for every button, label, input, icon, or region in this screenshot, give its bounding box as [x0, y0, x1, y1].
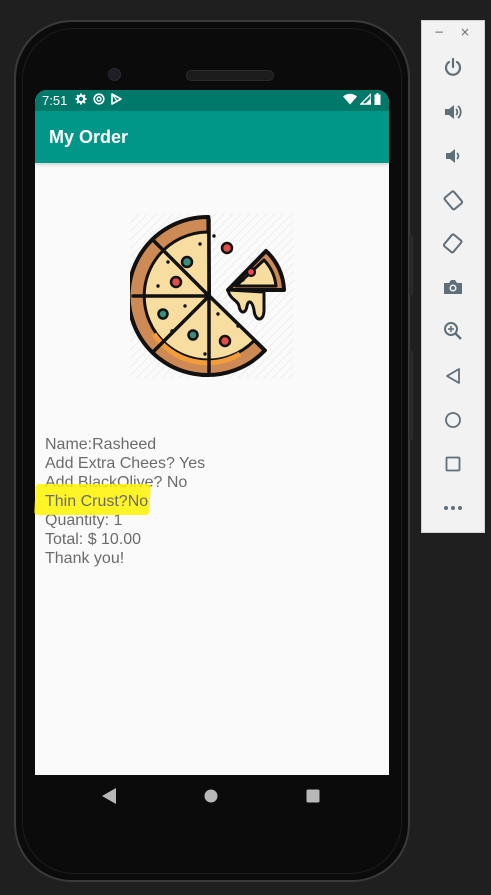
more-icon — [444, 506, 462, 510]
volume-down-icon — [446, 149, 460, 163]
cell-signal-icon — [360, 93, 371, 105]
wifi-icon — [343, 93, 357, 105]
overview-icon — [445, 456, 461, 472]
home-button[interactable] — [438, 405, 468, 435]
pizza-icon — [130, 214, 294, 378]
rotate-left-button[interactable] — [438, 185, 468, 215]
page-title: My Order — [49, 127, 129, 147]
emulator-toolbar: − × — [421, 20, 485, 533]
rotate-right-button[interactable] — [438, 228, 468, 258]
nav-home-icon[interactable] — [203, 788, 219, 804]
back-button[interactable] — [438, 361, 468, 391]
close-button[interactable]: × — [460, 25, 470, 39]
volume-down-button[interactable] — [438, 141, 468, 171]
screenshot-button[interactable] — [438, 272, 468, 302]
status-bar: 7:51 — [35, 90, 389, 111]
nav-back-icon[interactable] — [101, 787, 117, 805]
nav-recents-icon[interactable] — [306, 789, 320, 803]
overview-button[interactable] — [438, 449, 468, 479]
battery-icon — [374, 93, 381, 105]
back-icon — [446, 368, 460, 384]
side-volume-key[interactable] — [409, 350, 413, 440]
status-time: 7:51 — [42, 93, 68, 108]
play-store-icon — [111, 93, 122, 105]
more-button[interactable] — [438, 493, 468, 523]
earpiece-speaker — [186, 70, 274, 81]
thin-crust-highlighted: Thin Crust?No — [45, 493, 149, 510]
rotate-right-icon — [442, 233, 463, 254]
status-system-icons — [343, 93, 381, 105]
volume-up-icon — [445, 105, 462, 119]
thank-you-line: Thank you! — [45, 550, 125, 567]
minimize-button[interactable]: − — [434, 25, 444, 39]
sync-icon — [93, 93, 105, 105]
status-notification-icons — [75, 93, 122, 105]
customer-name: Name:Rasheed — [45, 436, 157, 453]
camera-icon — [444, 280, 462, 294]
settings-icon — [75, 93, 87, 105]
extra-cheese-line: Add Extra Chees? Yes — [45, 455, 206, 472]
app-toolbar: My Order — [35, 111, 389, 163]
front-camera — [108, 68, 121, 81]
rotate-left-icon — [443, 190, 464, 211]
zoom-icon — [444, 322, 462, 340]
power-icon — [444, 57, 462, 76]
phone-screen: 7:51 My Order Name:Rasheed Add Extra Che… — [35, 90, 389, 775]
side-power-key[interactable] — [409, 235, 413, 295]
volume-up-button[interactable] — [438, 97, 468, 127]
home-icon — [445, 412, 461, 428]
total-line: Total: $ 10.00 — [45, 531, 142, 548]
power-button[interactable] — [438, 52, 468, 82]
zoom-button[interactable] — [438, 316, 468, 346]
